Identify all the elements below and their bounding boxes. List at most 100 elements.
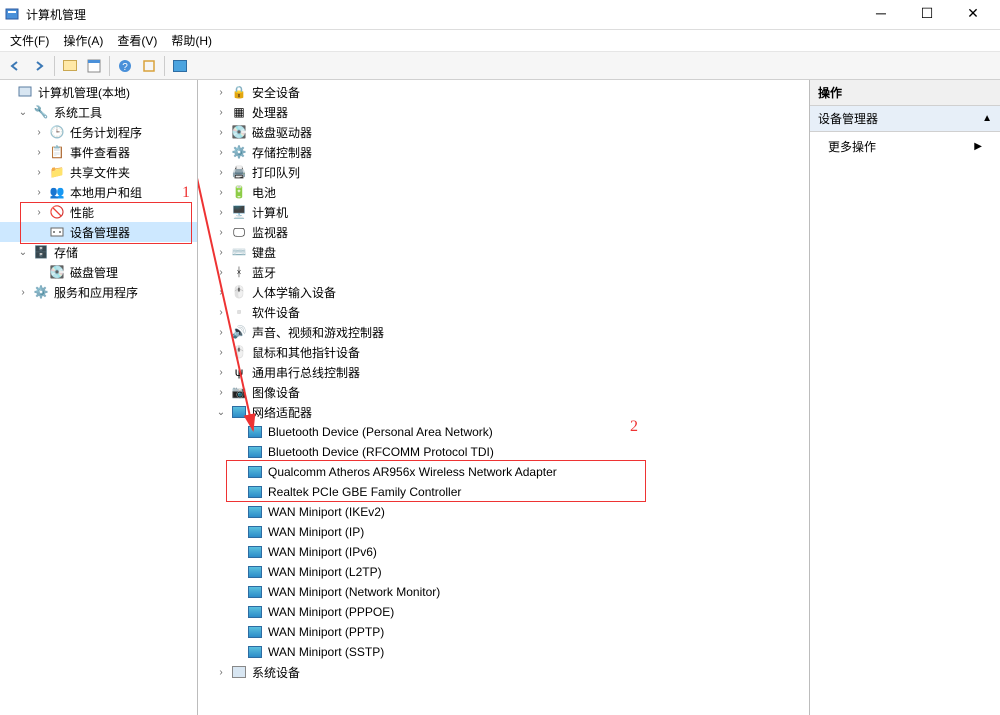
expand-icon[interactable]: › [214,367,228,378]
users-icon: 👥 [49,184,65,200]
tree-disk-mgmt[interactable]: 💽磁盘管理 [0,262,197,282]
device-category[interactable]: ›⌨️键盘 [198,242,809,262]
device-category[interactable]: ›🖱️鼠标和其他指针设备 [198,342,809,362]
expand-icon[interactable]: › [214,147,228,158]
expand-icon[interactable]: › [214,127,228,138]
network-adapter-item[interactable]: WAN Miniport (IP) [198,522,809,542]
tree-services[interactable]: ›⚙️服务和应用程序 [0,282,197,302]
console-tree[interactable]: 计算机管理(本地) ⌄🔧系统工具 ›🕒任务计划程序 ›📋事件查看器 ›📁共享文件… [0,80,198,715]
network-adapter-item[interactable]: Qualcomm Atheros AR956x Wireless Network… [198,462,809,482]
network-adapter-item[interactable]: WAN Miniport (PPTP) [198,622,809,642]
device-category-network[interactable]: ⌄网络适配器 [198,402,809,422]
properties-button[interactable] [83,55,105,77]
network-adapter-item[interactable]: WAN Miniport (SSTP) [198,642,809,662]
expand-icon[interactable]: › [16,287,30,298]
device-category[interactable]: ›ᚼ蓝牙 [198,262,809,282]
tree-root[interactable]: 计算机管理(本地) [0,82,197,102]
device-category[interactable]: ›🖵监视器 [198,222,809,242]
device-category[interactable]: ›▦处理器 [198,102,809,122]
expand-icon[interactable]: › [214,207,228,218]
device-category[interactable]: ›🔒安全设备 [198,82,809,102]
device-category[interactable]: ›🖥️计算机 [198,202,809,222]
device-mgr-icon [49,224,65,240]
network-adapter-item[interactable]: WAN Miniport (IPv6) [198,542,809,562]
tree-task-scheduler[interactable]: ›🕒任务计划程序 [0,122,197,142]
device-category[interactable]: ›🖱️人体学输入设备 [198,282,809,302]
forward-button[interactable] [28,55,50,77]
device-category[interactable]: ›▫️软件设备 [198,302,809,322]
tree-performance[interactable]: ›🚫性能 [0,202,197,222]
toolbar-separator [54,56,55,76]
expand-icon[interactable]: › [214,327,228,338]
app-icon [4,7,20,23]
tools-icon: 🔧 [33,104,49,120]
expand-icon[interactable]: › [214,267,228,278]
tree-storage[interactable]: ⌄🗄️存储 [0,242,197,262]
expand-icon[interactable]: › [214,667,228,678]
maximize-button[interactable]: ☐ [904,0,950,30]
expand-icon[interactable]: › [214,387,228,398]
actions-more[interactable]: 更多操作 ▶ [810,132,1000,161]
device-category[interactable]: ›📷图像设备 [198,382,809,402]
actions-section[interactable]: 设备管理器 ▲ [810,106,1000,132]
expand-icon[interactable]: › [214,307,228,318]
collapse-icon[interactable]: ⌄ [16,107,30,118]
toolbar-separator [164,56,165,76]
annotation-label-1: 1 [182,184,190,202]
tree-shared-folders[interactable]: ›📁共享文件夹 [0,162,197,182]
device-category[interactable]: ›🔋电池 [198,182,809,202]
minimize-button[interactable]: ─ [858,0,904,30]
device-category[interactable]: ›ψ通用串行总线控制器 [198,362,809,382]
expand-icon[interactable]: › [32,127,46,138]
network-adapter-item[interactable]: WAN Miniport (PPPOE) [198,602,809,622]
expand-icon[interactable]: › [214,347,228,358]
titlebar: 计算机管理 ─ ☐ ✕ [0,0,1000,30]
computer-mgmt-icon [17,84,33,100]
tree-device-manager[interactable]: 设备管理器 [0,222,197,242]
network-adapter-item[interactable]: Realtek PCIe GBE Family Controller [198,482,809,502]
device-list-scroll[interactable]: ›🔒安全设备›▦处理器›💽磁盘驱动器›⚙️存储控制器›🖨️打印队列›🔋电池›🖥️… [198,80,809,715]
back-button[interactable] [4,55,26,77]
expand-icon[interactable]: › [214,187,228,198]
expand-icon[interactable]: › [214,167,228,178]
tree-event-viewer[interactable]: ›📋事件查看器 [0,142,197,162]
scan-button[interactable] [169,55,191,77]
expand-icon[interactable]: › [32,147,46,158]
expand-icon[interactable]: › [214,287,228,298]
show-hide-tree-button[interactable] [59,55,81,77]
expand-icon[interactable]: › [214,227,228,238]
network-adapter-item[interactable]: WAN Miniport (Network Monitor) [198,582,809,602]
menu-help[interactable]: 帮助(H) [165,30,218,51]
menu-action[interactable]: 操作(A) [57,30,109,51]
refresh-button[interactable] [138,55,160,77]
menu-file[interactable]: 文件(F) [4,30,55,51]
device-list-panel: ›🔒安全设备›▦处理器›💽磁盘驱动器›⚙️存储控制器›🖨️打印队列›🔋电池›🖥️… [198,80,810,715]
window-title: 计算机管理 [26,6,858,23]
tree-systools[interactable]: ⌄🔧系统工具 [0,102,197,122]
network-adapter-item[interactable]: WAN Miniport (IKEv2) [198,502,809,522]
chevron-right-icon: ▶ [974,141,982,152]
close-button[interactable]: ✕ [950,0,996,30]
device-category[interactable]: ›🖨️打印队列 [198,162,809,182]
expand-icon[interactable]: › [214,247,228,258]
expand-icon[interactable]: › [32,207,46,218]
storage-icon: 🗄️ [33,244,49,260]
collapse-icon[interactable]: ▲ [982,113,992,124]
collapse-icon[interactable]: ⌄ [214,407,228,418]
menu-view[interactable]: 查看(V) [111,30,163,51]
collapse-icon[interactable]: ⌄ [16,247,30,258]
expand-icon[interactable]: › [32,187,46,198]
tree-local-users[interactable]: ›👥本地用户和组 [0,182,197,202]
network-adapter-item[interactable]: WAN Miniport (L2TP) [198,562,809,582]
expand-icon[interactable]: › [214,107,228,118]
network-adapter-item[interactable]: Bluetooth Device (RFCOMM Protocol TDI) [198,442,809,462]
device-category[interactable]: ›🔊声音、视频和游戏控制器 [198,322,809,342]
device-category[interactable]: ›⚙️存储控制器 [198,142,809,162]
expand-icon[interactable]: › [32,167,46,178]
network-adapter-item[interactable]: Bluetooth Device (Personal Area Network) [198,422,809,442]
device-category[interactable]: ›系统设备 [198,662,809,682]
help-button[interactable]: ? [114,55,136,77]
expand-icon[interactable]: › [214,87,228,98]
event-icon: 📋 [49,144,65,160]
device-category[interactable]: ›💽磁盘驱动器 [198,122,809,142]
